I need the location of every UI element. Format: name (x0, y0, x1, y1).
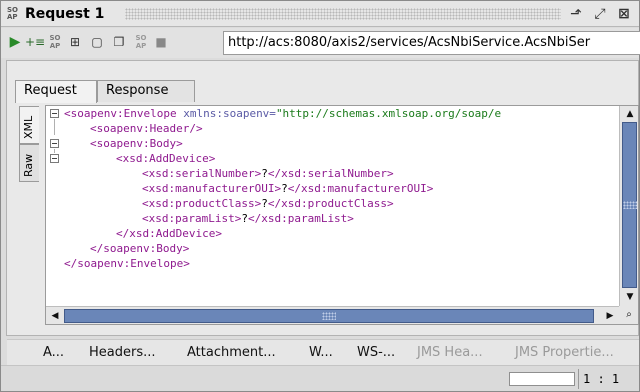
request-toolbar: ▶ +≡ SO AP ⊞ ▢ ❐ SO AP ■ http://acs:8080/a… (1, 28, 640, 58)
tab-response-label: Response (106, 83, 169, 98)
code-line: <xsd:productClass>?</xsd:productClass> (142, 197, 394, 210)
tab-jms-properties: JMS Propertie... (515, 345, 614, 360)
tab-ws-a[interactable]: W... (309, 343, 333, 363)
create-test-icon[interactable]: ⊞ (67, 34, 83, 50)
scroll-left-icon[interactable]: ◀ (47, 308, 63, 324)
vertical-scrollbar[interactable]: ▲ ▼ (619, 106, 638, 306)
window-title: Request 1 (25, 6, 105, 22)
grip-icon (322, 312, 336, 320)
tab-response[interactable]: Response (97, 80, 195, 102)
float-icon[interactable]: ⤢ (591, 5, 609, 23)
xml-code[interactable]: <soapenv:Envelope xmlns:soapenv="http://… (64, 106, 619, 306)
maximize-icon[interactable]: ▢ (89, 34, 105, 50)
tab-request[interactable]: Request (15, 80, 97, 103)
cursor-position: 1 : 1 (583, 372, 620, 386)
tab-headers[interactable]: Headers... (89, 343, 156, 363)
code-line: <soapenv:Header/> (90, 122, 203, 135)
tab-ws-rm[interactable]: WS-... (357, 343, 395, 363)
scroll-down-icon[interactable]: ▼ (622, 289, 638, 305)
tab-raw-label: Raw (22, 153, 35, 177)
grip-icon (622, 201, 637, 209)
fold-gutter (46, 106, 62, 306)
vertical-scroll-thumb[interactable] (622, 122, 637, 288)
fold-line (54, 149, 55, 153)
tab-attachments[interactable]: Attachment... (187, 343, 276, 363)
fold-body-icon[interactable] (50, 139, 59, 148)
tab-xml-label: XML (22, 115, 35, 139)
code-line: </soapenv:Body> (90, 242, 190, 255)
fold-envelope-icon[interactable] (50, 109, 59, 118)
status-bar: 1 : 1 (1, 365, 639, 391)
tab-auth[interactable]: A... (43, 343, 64, 363)
horizontal-scrollbar[interactable]: ◀ ▶ (46, 306, 619, 324)
fold-line (54, 119, 55, 135)
code-line: <xsd:paramList>?</xsd:paramList> (142, 212, 354, 225)
add-assertion-icon[interactable]: +≡ (25, 34, 45, 50)
stop-soap-icon[interactable]: SO AP (133, 34, 149, 50)
code-line: <soapenv:Body> (90, 137, 183, 150)
copy-icon[interactable]: ❐ (111, 34, 127, 50)
run-icon[interactable]: ▶ (7, 34, 23, 50)
status-separator (578, 369, 579, 389)
stop-icon[interactable]: ■ (153, 34, 169, 50)
scroll-up-icon[interactable]: ▲ (622, 106, 638, 122)
close-icon[interactable]: ⊠ (615, 5, 633, 23)
fold-adddevice-icon[interactable] (50, 154, 59, 163)
tab-jms-headers: JMS Hea... (417, 345, 483, 360)
request-bottom-tabs: A... Headers... Attachment... W... WS-..… (7, 339, 639, 365)
code-line: </soapenv:Envelope> (64, 257, 190, 270)
soap-icon[interactable]: SO AP (47, 34, 63, 50)
tab-raw[interactable]: Raw (19, 144, 39, 182)
soap-request-icon: SO AP (7, 6, 18, 21)
detach-icon[interactable]: ⬏ (567, 5, 585, 23)
endpoint-url-field[interactable]: http://acs:8080/axis2/services/AcsNbiSer… (223, 31, 640, 55)
tab-request-label: Request (24, 83, 77, 98)
code-line: <soapenv:Envelope xmlns:soapenv="http://… (64, 107, 502, 120)
code-line: <xsd:AddDevice> (116, 152, 216, 165)
code-line: <xsd:manufacturerOUI>?</xsd:manufacturer… (142, 182, 434, 195)
xml-editor[interactable]: <soapenv:Envelope xmlns:soapenv="http://… (45, 105, 639, 325)
status-progress-field (509, 372, 575, 386)
scroll-right-icon[interactable]: ▶ (602, 308, 618, 324)
code-line: <xsd:serialNumber>?</xsd:serialNumber> (142, 167, 394, 180)
horizontal-scroll-thumb[interactable] (64, 309, 594, 323)
search-icon[interactable]: ⌕ (619, 306, 638, 324)
code-line: </xsd:AddDevice> (116, 227, 222, 240)
tab-xml[interactable]: XML (19, 106, 39, 144)
title-drag-area[interactable] (125, 8, 561, 20)
request-window: SO AP Request 1 ⬏ ⤢ ⊠ ▶ +≡ SO AP ⊞ ▢ ❐ SO A… (0, 0, 640, 392)
title-bar[interactable]: SO AP Request 1 ⬏ ⤢ ⊠ (1, 1, 639, 27)
